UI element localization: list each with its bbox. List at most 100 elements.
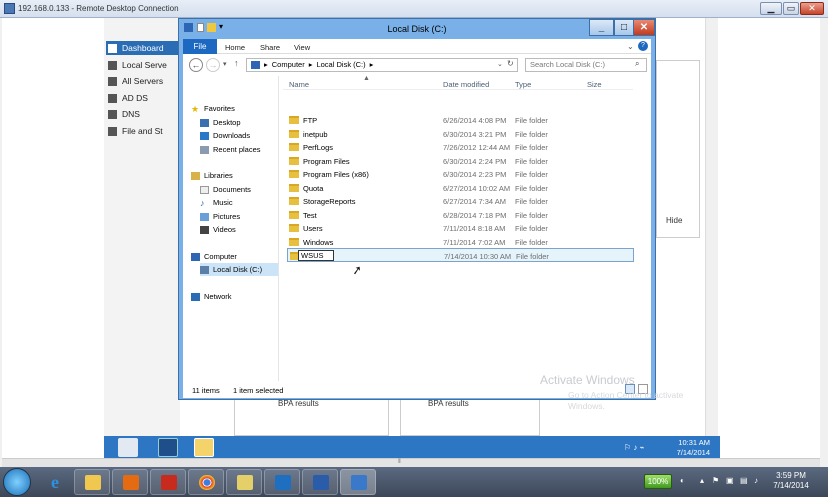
recent-dropdown-icon[interactable]: ▾	[223, 60, 227, 68]
file-explorer-icon[interactable]	[194, 438, 214, 457]
file-row[interactable]: Program Files (x86) 6/30/2014 2:23 PM File…	[287, 167, 634, 181]
taskbar-clock[interactable]: 3:59 PM 7/14/2014	[766, 471, 816, 491]
nav-documents[interactable]: Documents	[200, 183, 251, 196]
sm-nav-file-storage[interactable]: File and St	[108, 124, 163, 138]
device-icon[interactable]: ▣	[726, 477, 734, 485]
explorer-taskbar-button[interactable]	[74, 469, 110, 495]
back-button[interactable]: ←	[189, 58, 203, 72]
refresh-icon[interactable]: ↻	[507, 59, 514, 68]
internet-explorer-button[interactable]: e	[40, 469, 76, 495]
breadcrumb-computer[interactable]: Computer	[272, 59, 305, 71]
column-type[interactable]: Type	[515, 80, 531, 89]
bpa-results-1[interactable]: BPA results	[278, 399, 319, 408]
nav-pictures[interactable]: Pictures	[200, 210, 240, 223]
remote-desktop-button[interactable]	[340, 469, 376, 495]
sm-nav-all-servers[interactable]: All Servers	[108, 74, 163, 88]
file-type: File folder	[516, 252, 549, 261]
file-row[interactable]: Program Files 6/30/2014 2:24 PM File folde…	[287, 154, 634, 168]
help-icon[interactable]: ?	[638, 41, 648, 51]
sm-nav-local-server[interactable]: Local Serve	[108, 58, 167, 72]
file-name: Test	[303, 210, 317, 220]
explorer-close-button[interactable]: ✕	[633, 19, 655, 36]
nav-computer[interactable]: Computer	[191, 250, 237, 263]
nav-favorites[interactable]: ★ Favorites	[191, 102, 235, 115]
file-row[interactable]: PerfLogs 7/26/2012 12:44 AM File folder	[287, 140, 634, 154]
tray-icon[interactable]: ◐	[680, 477, 688, 485]
media-player-button[interactable]	[112, 469, 148, 495]
file-row[interactable]: Windows 7/11/2014 7:02 AM File folder	[287, 235, 634, 249]
file-row[interactable]: Quota 6/27/2014 10:02 AM File folder	[287, 181, 634, 195]
forward-button[interactable]: →	[206, 58, 220, 72]
file-row[interactable]: FTP 6/26/2014 4:08 PM File folder	[287, 113, 634, 127]
network-tray-icon[interactable]: ▤	[740, 477, 748, 485]
column-date-modified[interactable]: Date modified	[443, 80, 489, 89]
search-input[interactable]: Search Local Disk (C:)	[525, 58, 647, 72]
dns-icon	[108, 109, 117, 119]
file-row[interactable]: WSUS 7/14/2014 10:30 AM File folder	[287, 248, 634, 262]
action-center-icon[interactable]: ⚑	[712, 477, 720, 485]
column-size[interactable]: Size	[587, 80, 602, 89]
sm-nav-dns[interactable]: DNS	[108, 107, 140, 121]
zoom-indicator[interactable]: 100%	[644, 474, 672, 489]
start-button[interactable]	[3, 468, 31, 496]
breadcrumb-local-disk[interactable]: Local Disk (C:)	[316, 59, 365, 71]
file-type: File folder	[515, 116, 548, 125]
tab-file[interactable]: File	[183, 39, 217, 54]
file-type: File folder	[515, 170, 548, 179]
nav-downloads[interactable]: Downloads	[200, 129, 250, 142]
address-box[interactable]: ▸ Computer ▸ Local Disk (C:) ▸	[246, 58, 518, 72]
windows-taskbar: e 100% ◐ ▴ ⚑ ▣ ▤ ♪ 3:59 PM 7/14/2014	[0, 467, 828, 497]
rdp-restore-button[interactable]: ▭	[783, 2, 799, 15]
nav-network[interactable]: Network	[191, 290, 232, 303]
nav-desktop[interactable]: Desktop	[200, 116, 241, 129]
folder-icon	[289, 170, 299, 178]
tab-home[interactable]: Home	[225, 43, 245, 52]
mouse-cursor-icon: ➚	[350, 262, 364, 278]
tool-button[interactable]	[150, 469, 186, 495]
file-date: 7/11/2014 8:18 AM	[443, 224, 506, 233]
nav-music[interactable]: ♪ Music	[200, 196, 233, 209]
folder-icon	[289, 197, 299, 205]
outlook-button[interactable]	[264, 469, 300, 495]
file-name: Quota	[303, 183, 324, 193]
file-row[interactable]: StorageReports 6/27/2014 7:34 AM File fold…	[287, 194, 634, 208]
server-manager-icon[interactable]	[118, 438, 138, 457]
nav-local-disk[interactable]: Local Disk (C:)	[200, 263, 278, 276]
explorer-titlebar[interactable]: ▾ Local Disk (C:) _ □ ✕	[179, 19, 655, 39]
folder-button[interactable]	[226, 469, 262, 495]
volume-icon[interactable]: ♪	[754, 477, 762, 485]
chrome-button[interactable]	[188, 469, 224, 495]
media-player-icon	[123, 475, 139, 490]
ribbon-expand-icon[interactable]: ⌄	[627, 42, 634, 51]
show-hidden-icons-icon[interactable]: ▴	[700, 477, 708, 485]
explorer-minimize-button[interactable]: _	[589, 19, 614, 36]
file-row[interactable]: Test 6/28/2014 7:18 PM File folder	[287, 208, 634, 222]
libraries-icon	[191, 171, 200, 180]
horizontal-scrollbar[interactable]: ⦀	[2, 458, 820, 467]
nav-videos[interactable]: Videos	[200, 223, 236, 236]
tab-share[interactable]: Share	[260, 43, 280, 52]
nav-recent-places[interactable]: Recent places	[200, 143, 261, 156]
activation-watermark: Activate Windows	[540, 373, 635, 387]
column-name[interactable]: Name	[289, 80, 309, 89]
chrome-icon	[199, 475, 215, 490]
word-button[interactable]	[302, 469, 338, 495]
powershell-icon[interactable]	[158, 438, 178, 457]
rdp-minimize-button[interactable]: ▁	[760, 2, 782, 15]
sm-nav-dashboard[interactable]: Dashboard	[106, 41, 180, 55]
sm-scrollbar[interactable]	[705, 18, 718, 438]
rdp-close-button[interactable]: ✕	[800, 2, 824, 15]
nav-libraries[interactable]: Libraries	[191, 169, 233, 182]
server-tray-icons[interactable]: ⚐ ♪ ⌁	[624, 443, 664, 453]
address-dropdown-icon[interactable]: ⌄	[497, 60, 503, 68]
explorer-maximize-button[interactable]: □	[614, 19, 634, 36]
file-row[interactable]: Users 7/11/2014 8:18 AM File folder	[287, 221, 634, 235]
tab-view[interactable]: View	[294, 43, 310, 52]
sm-nav-ad-ds[interactable]: AD DS	[108, 91, 148, 105]
up-button[interactable]: ↑	[234, 58, 239, 68]
hide-link[interactable]: Hide	[666, 216, 682, 225]
remote-desktop-icon	[351, 475, 367, 490]
file-row[interactable]: inetpub 6/30/2014 3:21 PM File folder	[287, 127, 634, 141]
bpa-results-2[interactable]: BPA results	[428, 399, 469, 408]
rename-input[interactable]: WSUS	[298, 250, 334, 261]
